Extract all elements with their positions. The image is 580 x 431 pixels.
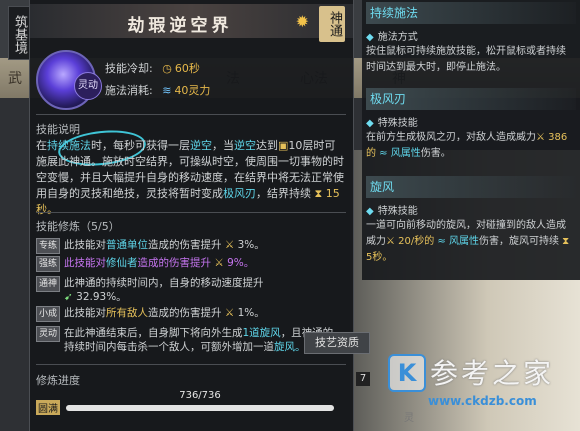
skill-description: 在持续施法时，每秒可获得一层逆空，当逆空达到▣10层时可施展此神通。施放时空结界… — [36, 139, 344, 216]
mana-icon: ≋ — [162, 84, 172, 97]
mod-tag: 灵动 — [36, 326, 60, 342]
mod-row: 小成 此技能对所有敌人造成的伤害提升 ⚔ 1%。 — [36, 306, 346, 322]
cost-value: 40灵力 — [174, 84, 211, 97]
mod-row: 灵动在此神通结束后，自身脚下将向外生成1道旋风，且神通的持续时间内每击杀一个敌人… — [36, 326, 346, 354]
sword-icon: ⚔ — [536, 132, 549, 143]
stack-icon: ▣ — [278, 139, 289, 152]
watermark-text: 参考之家 — [430, 357, 555, 390]
attribute-tab[interactable]: 技艺资质 — [304, 332, 370, 354]
progress-text: 736/736 — [179, 390, 221, 401]
blade-body: 在前方生成极风之刃，对敌人造成威力⚔ 386的 ≈ 风属性伤害。 — [366, 132, 568, 159]
sword-icon: ⚔ — [221, 307, 238, 319]
cast-subtitle: ◆ 施法方式 — [366, 32, 418, 43]
mod-tag: 小成 — [36, 306, 60, 322]
progress-bar — [66, 405, 334, 411]
divider — [36, 212, 346, 213]
bg-tile: 武 — [8, 71, 22, 87]
hourglass-icon: ⧗ — [311, 187, 326, 200]
mod-row: 专练 此技能对普通单位造成的伤害提升 ⚔ 3%。 — [36, 238, 346, 254]
whirl-subtitle: ◆ 特殊技能 — [366, 206, 418, 217]
cooldown-value: 60秒 — [174, 62, 200, 75]
watermark-url: www.ckdzb.com — [428, 394, 537, 408]
skill-detail-panel: 劫瑕逆空界 ✹ 神通 灵动 技能冷却: ◷ 60秒 施法消耗: ≋ 40灵力 技能说… — [29, 0, 354, 431]
cooldown-stat: 技能冷却: ◷ 60秒 — [105, 60, 200, 76]
cast-body: 按住鼠标可持续施放技能，松开鼠标或者持续时间达到最大时，即停止施法。 — [366, 46, 566, 73]
sword-icon: ⚔ — [221, 239, 238, 251]
cost-label: 施法消耗: — [105, 84, 153, 97]
watermark-logo: K — [388, 354, 426, 392]
progress-label: 修炼进度 — [36, 374, 80, 387]
skill-type-badge: 灵动 — [74, 72, 102, 100]
blade-subtitle: ◆ 特殊技能 — [366, 118, 418, 129]
clock-icon: ◷ — [162, 62, 172, 75]
skill-title: 劫瑕逆空界 — [127, 16, 233, 36]
progress-level-tag: 圆满 — [36, 400, 60, 415]
sword-icon: ⚔ — [386, 236, 399, 247]
cost-stat: 施法消耗: ≋ 40灵力 — [105, 82, 210, 98]
mod-row: 通神 此神通的持续时间内，自身的移动速度提升 ➹ 32.93%。 — [36, 276, 346, 304]
title-bar: 劫瑕逆空界 ✹ 神通 — [30, 4, 353, 42]
mod-row: 强练 此技能对修仙者造成的伤害提升 ⚔ 9%。 — [36, 256, 346, 272]
blade-title: 极风刃 — [366, 88, 576, 110]
divider — [36, 364, 346, 365]
cooldown-label: 技能冷却: — [105, 62, 153, 75]
diamond-icon: ◆ — [366, 32, 374, 43]
divider — [36, 114, 346, 115]
mod-tag: 强练 — [36, 256, 60, 272]
whirl-body: 一道可向前移动的旋风，对碰撞到的敌人造成威力⚔ 20/秒的 ≈ 风属性伤害，旋风… — [366, 220, 570, 263]
diamond-icon: ◆ — [366, 206, 374, 217]
description-heading: 技能说明 — [36, 123, 80, 136]
hourglass-icon: ⧗ — [559, 236, 570, 247]
sun-icon: ✹ — [295, 12, 309, 31]
count-badge: 7 — [356, 372, 370, 386]
speed-icon: ➹ — [64, 291, 77, 303]
cast-title: 持续施法 — [366, 2, 576, 24]
diamond-icon: ◆ — [366, 118, 374, 129]
progress-fill — [66, 405, 334, 411]
sword-icon: ⚔ — [211, 257, 228, 269]
whirl-title: 旋风 — [366, 176, 576, 198]
mod-tag: 通神 — [36, 276, 60, 292]
wind-icon: ≈ — [434, 236, 449, 247]
mod-tag: 专练 — [36, 238, 60, 254]
mods-heading: 技能修炼（5/5） — [36, 220, 120, 233]
footer-text: 灵 — [404, 413, 414, 424]
wind-icon: ≈ — [376, 148, 391, 159]
category-badge: 神通 — [319, 6, 345, 42]
realm-tab[interactable]: 筑基境 — [8, 6, 30, 60]
related-skills-panel: 持续施法 ◆ 施法方式 按住鼠标可持续施放技能，松开鼠标或者持续时间达到最大时，即… — [362, 0, 580, 280]
